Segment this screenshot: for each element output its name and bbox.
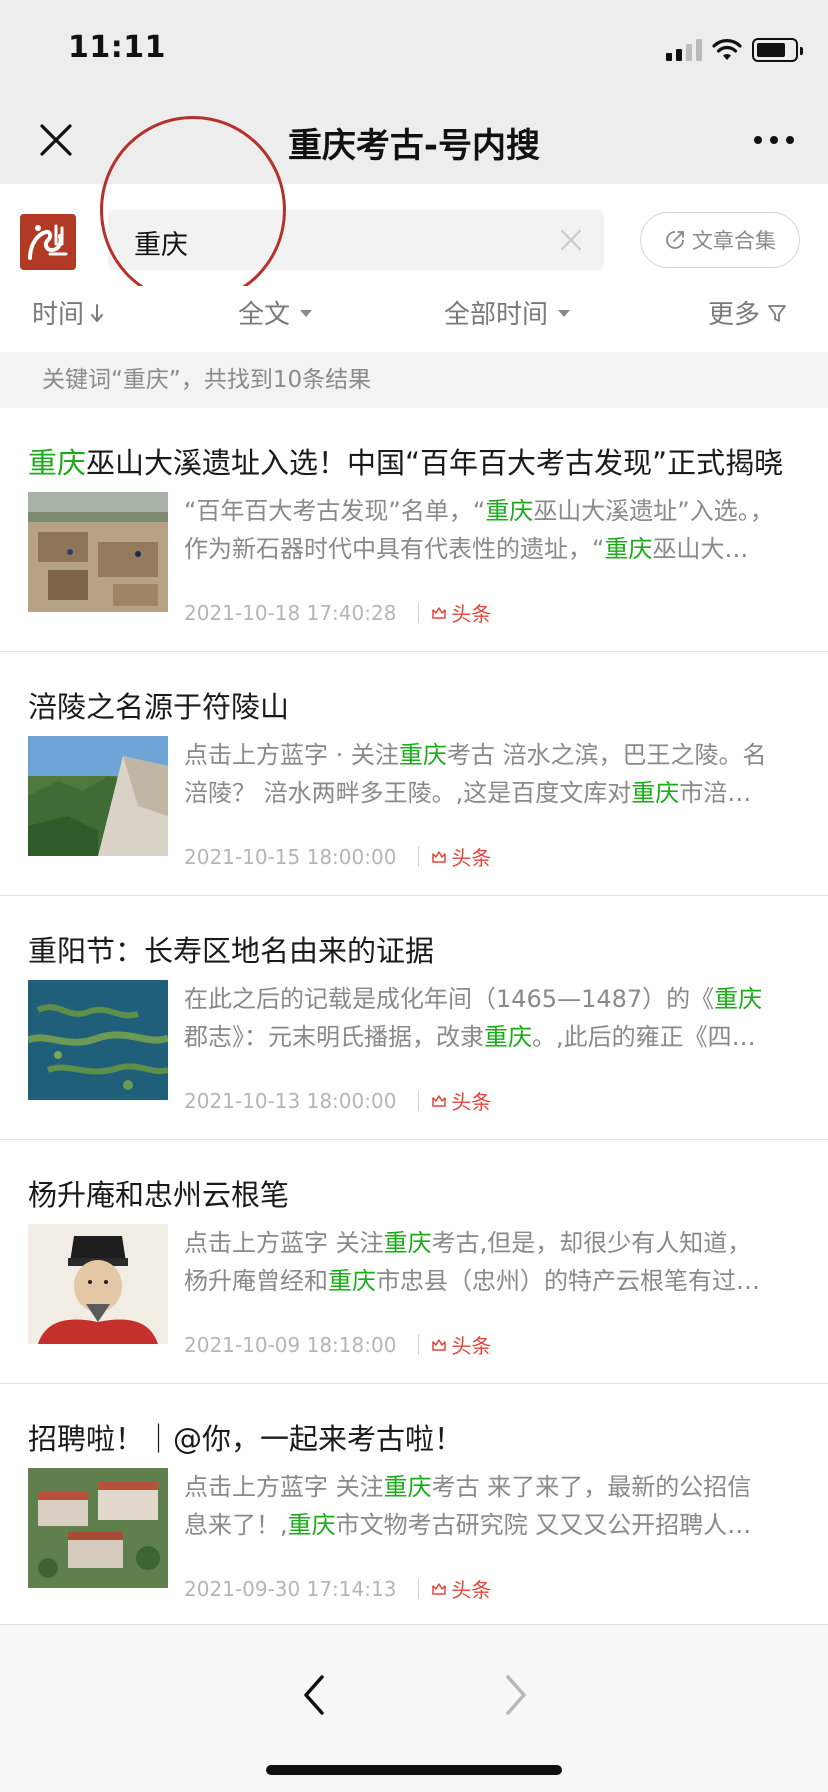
crown-icon xyxy=(432,1094,447,1107)
keyword-highlight: 重庆 xyxy=(328,1267,376,1295)
headline-tag: 头条 xyxy=(431,1330,491,1359)
keyword-highlight: 重庆 xyxy=(714,985,763,1013)
keyword-highlight: 重庆 xyxy=(383,1229,432,1257)
article-title: 招聘啦！｜@你，一起来考古啦！ xyxy=(28,1422,464,1456)
keyword-highlight: 重庆 xyxy=(484,1023,532,1051)
headline-tag: 头条 xyxy=(431,1086,491,1115)
page-title: 重庆考古-号内搜 xyxy=(287,126,541,166)
chevron-down-icon xyxy=(300,310,313,317)
keyword-highlight: 重庆 xyxy=(485,497,534,525)
article-meta: 2021-10-15 18:00:00 头条 xyxy=(184,842,491,871)
article-collection-button[interactable]: 文章合集 xyxy=(640,212,800,268)
sort-time-filter[interactable]: 时间 xyxy=(32,294,104,331)
more-options-icon[interactable] xyxy=(754,124,794,156)
crown-icon xyxy=(432,1582,447,1595)
list-item[interactable]: 重阳节：长寿区地名由来的证据 在此之后的记载是成化年间（1465—1487）的《… xyxy=(0,896,828,1140)
account-logo[interactable] xyxy=(20,214,76,270)
article-date: 2021-10-09 18:18:00 xyxy=(184,1332,397,1357)
range-label: 全部时间 xyxy=(444,300,549,330)
article-title: 重庆巫山大溪遗址入选！中国“百年百大考古发现”正式揭晓 xyxy=(28,446,784,480)
crown-icon xyxy=(432,850,447,863)
keyword-highlight: 重庆 xyxy=(28,446,87,480)
article-date: 2021-10-18 17:40:28 xyxy=(184,600,397,625)
more-label: 更多 xyxy=(708,300,761,330)
chevron-down-icon xyxy=(558,310,571,317)
keyword-highlight: 重庆 xyxy=(383,1473,432,1501)
article-title: 涪陵之名源于符陵山 xyxy=(28,690,290,724)
bottom-toolbar xyxy=(0,1624,828,1792)
result-summary: 关键词“重庆”，共找到10条结果 xyxy=(0,352,828,408)
article-meta: 2021-09-30 17:14:13 头条 xyxy=(184,1574,491,1603)
arrow-down-icon xyxy=(91,303,104,323)
thumbnail-mountain xyxy=(28,736,168,856)
keyword-highlight: 重庆 xyxy=(287,1511,336,1539)
back-arrow-icon[interactable] xyxy=(296,1673,332,1717)
collection-icon xyxy=(666,231,684,249)
signal-icon xyxy=(666,39,702,61)
forward-arrow-icon[interactable] xyxy=(498,1673,534,1717)
article-meta: 2021-10-13 18:00:00 头条 xyxy=(184,1086,491,1115)
article-date: 2021-09-30 17:14:13 xyxy=(184,1576,397,1601)
list-item[interactable]: 重庆巫山大溪遗址入选！中国“百年百大考古发现”正式揭晓 “百年百大考古发现”名单… xyxy=(0,408,828,652)
more-filter[interactable]: 更多 xyxy=(708,294,788,331)
headline-tag: 头条 xyxy=(431,598,491,627)
sort-label: 时间 xyxy=(32,300,85,330)
filter-row: 时间 全文 全部时间 更多 xyxy=(0,286,828,352)
crown-icon xyxy=(432,606,447,619)
filter-icon xyxy=(768,304,786,322)
scope-filter[interactable]: 全文 xyxy=(238,294,313,331)
time-range-filter[interactable]: 全部时间 xyxy=(444,294,571,331)
article-meta: 2021-10-18 17:40:28 头条 xyxy=(184,598,491,627)
keyword-highlight: 重庆 xyxy=(398,741,447,769)
article-date: 2021-10-13 18:00:00 xyxy=(184,1088,397,1113)
list-item[interactable]: 杨升庵和忠州云根笔 点击上方蓝字 关注重庆考古,但是，却很少有人知道， 杨升庵曾… xyxy=(0,1140,828,1384)
search-query: 重庆 xyxy=(134,230,188,261)
list-item[interactable]: 涪陵之名源于符陵山 点击上方蓝字 · 关注重庆考古 涪水之滨，巴王之陵。名 涪陵… xyxy=(0,652,828,896)
top-bar: 11:11 重庆考古-号内搜 xyxy=(0,0,828,184)
keyword-highlight: 重庆 xyxy=(631,779,680,807)
clear-icon[interactable] xyxy=(558,227,584,253)
status-time: 11:11 xyxy=(68,30,166,65)
headline-tag: 头条 xyxy=(431,1574,491,1603)
article-title: 杨升庵和忠州云根笔 xyxy=(28,1178,290,1212)
collection-label: 文章合集 xyxy=(692,229,776,253)
thumbnail-campus xyxy=(28,1468,168,1588)
article-snippet: “百年百大考古发现”名单，“重庆巫山大溪遗址”入选。， 作为新石器时代中具有代表… xyxy=(184,497,774,563)
article-date: 2021-10-15 18:00:00 xyxy=(184,844,397,869)
scope-label: 全文 xyxy=(238,300,291,330)
article-snippet: 点击上方蓝字 · 关注重庆考古 涪水之滨，巴王之陵。名 涪陵？ 涪水两畔多王陵。… xyxy=(184,741,767,807)
thumbnail-lake xyxy=(28,980,168,1100)
list-item[interactable]: 招聘啦！｜@你，一起来考古啦！ 点击上方蓝字 关注重庆考古 来了来了，最新的公招… xyxy=(0,1384,828,1628)
search-input[interactable]: 重庆 xyxy=(108,210,604,270)
article-title: 重阳节：长寿区地名由来的证据 xyxy=(28,934,435,968)
thumbnail-excavation xyxy=(28,492,168,612)
battery-icon xyxy=(752,38,803,62)
wifi-icon xyxy=(712,39,742,60)
home-indicator xyxy=(266,1765,562,1775)
crown-icon xyxy=(432,1338,447,1351)
article-list: 重庆巫山大溪遗址入选！中国“百年百大考古发现”正式揭晓 “百年百大考古发现”名单… xyxy=(0,408,828,1628)
thumbnail-portrait xyxy=(28,1224,168,1344)
article-snippet: 点击上方蓝字 关注重庆考古 来了来了，最新的公招信 息来了！,重庆市文物考古研究… xyxy=(184,1473,752,1539)
status-icons xyxy=(666,36,803,64)
keyword-highlight: 重庆 xyxy=(604,535,653,563)
headline-tag: 头条 xyxy=(431,842,491,871)
article-meta: 2021-10-09 18:18:00 头条 xyxy=(184,1330,491,1359)
search-row: 重庆 文章合集 xyxy=(0,184,828,296)
article-snippet: 点击上方蓝字 关注重庆考古,但是，却很少有人知道， 杨升庵曾经和重庆市忠县（忠州… xyxy=(184,1229,760,1295)
article-snippet: 在此之后的记载是成化年间（1465—1487）的《重庆 郡志》：元末明氏播据，改… xyxy=(184,985,763,1051)
